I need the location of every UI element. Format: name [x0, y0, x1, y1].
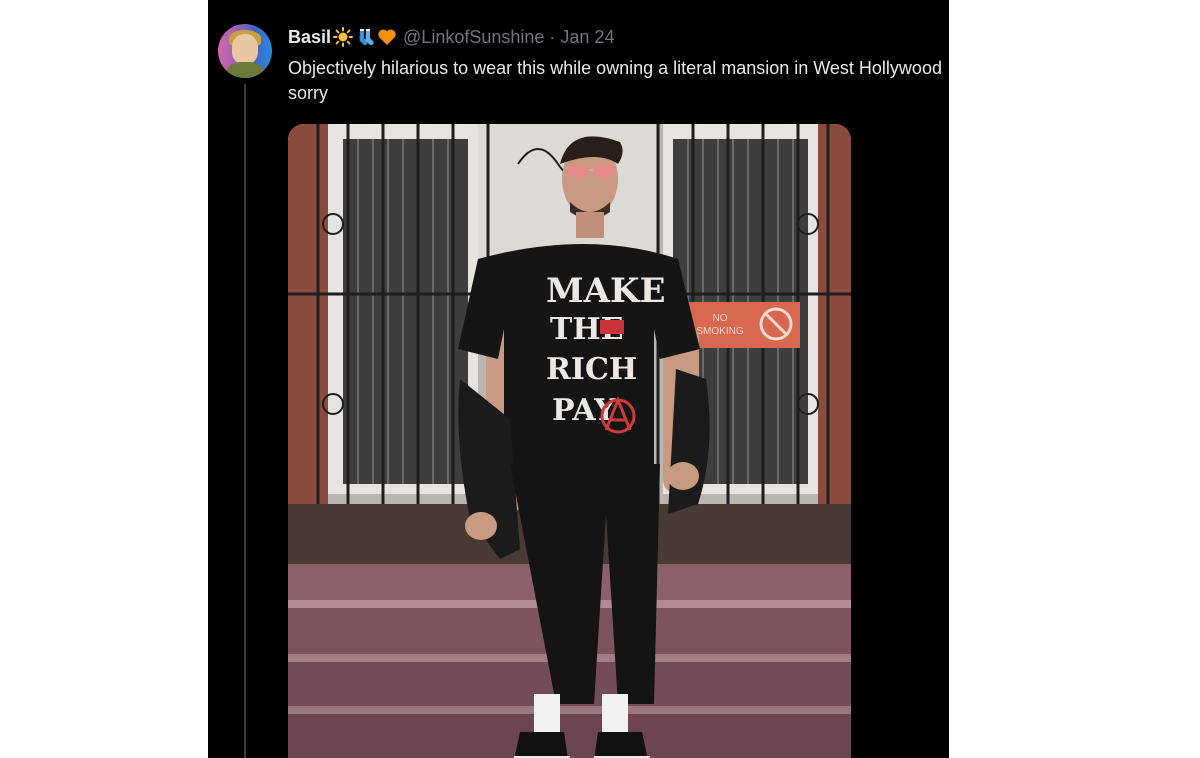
socks-emoji-icon — [359, 29, 374, 45]
shirt-text-line-4: PAY — [552, 393, 616, 428]
header-separator: · — [549, 27, 556, 47]
tweet-photo[interactable]: NO SMOKING MAKE THE RICH PAY — [288, 124, 851, 758]
sun-emoji-icon — [333, 27, 354, 47]
tweet-panel: Basil @LinkofSunshine · Jan 24 Objective… — [208, 0, 949, 758]
shirt-text-line-3: RICH — [546, 352, 637, 387]
tweet-header: Basil @LinkofSunshine · Jan 24 — [288, 26, 614, 48]
thread-connector-line — [244, 84, 246, 758]
orange-heart-emoji-icon — [378, 29, 396, 45]
no-smoking-sign — [688, 302, 800, 348]
display-name[interactable]: Basil — [288, 26, 331, 48]
avatar-face — [232, 34, 258, 64]
photo-illustration: NO SMOKING MAKE THE RICH PAY — [288, 124, 851, 758]
tweet-date[interactable]: Jan 24 — [560, 26, 614, 48]
avatar-body — [227, 62, 263, 78]
user-avatar[interactable] — [218, 24, 272, 78]
user-handle[interactable]: @LinkofSunshine — [403, 26, 544, 48]
tweet-text: Objectively hilarious to wear this while… — [288, 58, 942, 103]
sign-text-line-2: SMOKING — [696, 326, 743, 337]
sign-text-line-1: NO — [713, 313, 728, 324]
shirt-text-line-1: MAKE — [546, 271, 665, 311]
